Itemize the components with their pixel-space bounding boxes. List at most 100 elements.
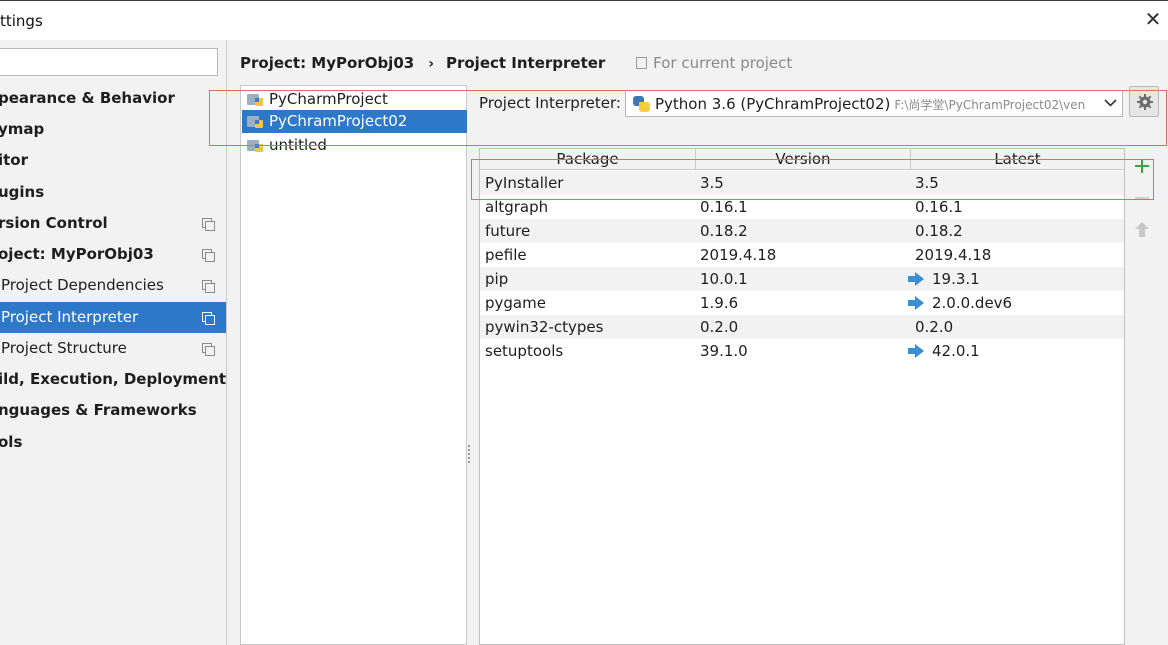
splitter-handle[interactable] bbox=[467, 445, 471, 465]
sidebar-item[interactable]: ymap bbox=[0, 114, 226, 145]
project-label: PyChramProject02 bbox=[269, 112, 408, 130]
package-latest: 0.2.0 bbox=[915, 318, 954, 336]
latest-cell: 42.0.1 bbox=[908, 339, 980, 363]
sidebar-item[interactable]: rsion Control bbox=[0, 208, 226, 239]
column-header-latest[interactable]: Latest bbox=[910, 149, 1124, 170]
latest-cell: 19.3.1 bbox=[908, 267, 980, 291]
package-latest: 0.16.1 bbox=[915, 198, 963, 216]
copy-icon bbox=[202, 312, 215, 325]
project-list-item[interactable]: PyChramProject02 bbox=[242, 110, 467, 133]
package-latest: 3.5 bbox=[915, 174, 939, 192]
chevron-down-icon bbox=[1103, 95, 1118, 110]
packages-toolbar bbox=[1127, 148, 1157, 645]
package-latest: 2019.4.18 bbox=[915, 246, 992, 264]
package-name: pywin32-ctypes bbox=[485, 318, 604, 336]
sidebar-item[interactable]: Project Interpreter bbox=[0, 302, 226, 333]
package-name: setuptools bbox=[485, 342, 564, 360]
table-row[interactable]: PyInstaller 3.5 3.5 bbox=[480, 171, 1124, 195]
package-latest: 19.3.1 bbox=[932, 270, 980, 288]
sidebar-item-label: Project Interpreter bbox=[1, 308, 139, 326]
sidebar-item-label: Project Structure bbox=[1, 339, 127, 357]
package-version: 10.0.1 bbox=[700, 270, 748, 288]
package-version: 0.2.0 bbox=[700, 318, 739, 336]
package-name: altgraph bbox=[485, 198, 549, 216]
minus-icon[interactable] bbox=[1131, 187, 1153, 209]
package-name: future bbox=[485, 222, 531, 240]
column-header-package[interactable]: Package bbox=[480, 149, 695, 170]
upgrade-arrow-icon bbox=[908, 344, 924, 358]
package-latest: 2.0.0.dev6 bbox=[932, 294, 1013, 312]
interpreter-settings-button[interactable] bbox=[1129, 86, 1159, 117]
python-icon bbox=[633, 96, 651, 113]
scope-hint: For current project bbox=[636, 54, 792, 72]
package-name: pip bbox=[485, 270, 509, 288]
sidebar-item[interactable]: Project Structure bbox=[0, 333, 226, 364]
sidebar-item-label: ols bbox=[0, 433, 23, 451]
sidebar-item[interactable]: ols bbox=[0, 427, 226, 458]
sidebar-item[interactable]: ugins bbox=[0, 177, 226, 208]
table-row[interactable]: setuptools 39.1.0 42.0.1 bbox=[480, 339, 1124, 363]
package-version: 0.18.2 bbox=[700, 222, 748, 240]
package-version: 39.1.0 bbox=[700, 342, 748, 360]
sidebar-item-label: pearance & Behavior bbox=[0, 89, 175, 107]
package-latest: 0.18.2 bbox=[915, 222, 963, 240]
sidebar-item-label: ugins bbox=[0, 183, 45, 201]
sidebar-item-label: Project Dependencies bbox=[1, 276, 164, 294]
sidebar-item[interactable]: oject: MyPorObj03 bbox=[0, 239, 226, 270]
breadcrumb: Project: MyPorObj03 › Project Interpreter … bbox=[240, 52, 792, 74]
table-row[interactable]: pywin32-ctypes 0.2.0 0.2.0 bbox=[480, 315, 1124, 339]
package-version: 1.9.6 bbox=[700, 294, 739, 312]
project-list-item[interactable]: untitled bbox=[242, 134, 467, 157]
package-version: 2019.4.18 bbox=[700, 246, 777, 264]
gear-icon bbox=[1137, 94, 1153, 110]
package-version: 0.16.1 bbox=[700, 198, 748, 216]
window-title: ttings bbox=[0, 12, 43, 30]
upgrade-arrow-icon bbox=[908, 272, 924, 286]
sidebar-item-label: nguages & Frameworks bbox=[0, 401, 197, 419]
sidebar-item[interactable]: nguages & Frameworks bbox=[0, 395, 226, 426]
project-label: untitled bbox=[269, 136, 327, 154]
scope-label: For current project bbox=[653, 54, 793, 72]
page-title: Project Interpreter bbox=[445, 54, 606, 72]
sidebar-item-label: rsion Control bbox=[0, 214, 108, 232]
settings-search-input[interactable] bbox=[0, 48, 218, 76]
copy-icon bbox=[202, 280, 215, 293]
project-folder-icon bbox=[247, 139, 263, 152]
sidebar-item[interactable]: pearance & Behavior bbox=[0, 83, 226, 114]
package-name: pygame bbox=[485, 294, 546, 312]
table-row[interactable]: pip 10.0.1 19.3.1 bbox=[480, 267, 1124, 291]
copy-icon bbox=[636, 57, 648, 69]
interpreter-label: Project Interpreter: bbox=[479, 94, 621, 112]
title-bar: ttings ✕ bbox=[0, 0, 1168, 40]
table-row[interactable]: pygame 1.9.6 2.0.0.dev6 bbox=[480, 291, 1124, 315]
table-row[interactable]: altgraph 0.16.1 0.16.1 bbox=[480, 195, 1124, 219]
sidebar-item-label: oject: MyPorObj03 bbox=[0, 245, 154, 263]
sidebar-item[interactable]: itor bbox=[0, 145, 226, 176]
column-header-version[interactable]: Version bbox=[695, 149, 910, 170]
sidebar-item[interactable]: ild, Execution, Deployment bbox=[0, 364, 226, 395]
package-name: PyInstaller bbox=[485, 174, 564, 192]
table-row[interactable]: future 0.18.2 0.18.2 bbox=[480, 219, 1124, 243]
sidebar-item-label: ild, Execution, Deployment bbox=[0, 370, 226, 388]
upgrade-arrow-icon bbox=[908, 296, 924, 310]
sidebar-item[interactable]: Project Dependencies bbox=[0, 270, 226, 301]
close-icon[interactable]: ✕ bbox=[1142, 9, 1164, 31]
sidebar-item-label: itor bbox=[0, 151, 29, 169]
interpreter-value: Python 3.6 (PyChramProject02) bbox=[655, 95, 891, 113]
sidebar-item-label: ymap bbox=[0, 120, 45, 138]
package-version: 3.5 bbox=[700, 174, 724, 192]
copy-icon bbox=[202, 249, 215, 262]
package-latest: 42.0.1 bbox=[932, 342, 980, 360]
project-folder-icon bbox=[247, 115, 263, 128]
latest-cell: 2.0.0.dev6 bbox=[908, 291, 1012, 315]
breadcrumb-project: Project: MyPorObj03 bbox=[240, 54, 415, 72]
project-list: PyCharmProject PyChramProject02 untitled bbox=[240, 85, 467, 645]
arrow-up-icon[interactable] bbox=[1131, 219, 1153, 241]
interpreter-path: F:\尚学堂\PyChramProject02\ven bbox=[894, 98, 1086, 112]
table-row[interactable]: pefile 2019.4.18 2019.4.18 bbox=[480, 243, 1124, 267]
project-list-item[interactable]: PyCharmProject bbox=[242, 88, 467, 111]
plus-icon[interactable] bbox=[1131, 155, 1153, 177]
settings-sidebar: pearance & Behavior ymap itor ugins rsion Co… bbox=[0, 40, 227, 645]
copy-icon bbox=[202, 218, 215, 231]
interpreter-select[interactable]: Python 3.6 (PyChramProject02) F:\尚学堂\PyCh… bbox=[625, 90, 1123, 117]
